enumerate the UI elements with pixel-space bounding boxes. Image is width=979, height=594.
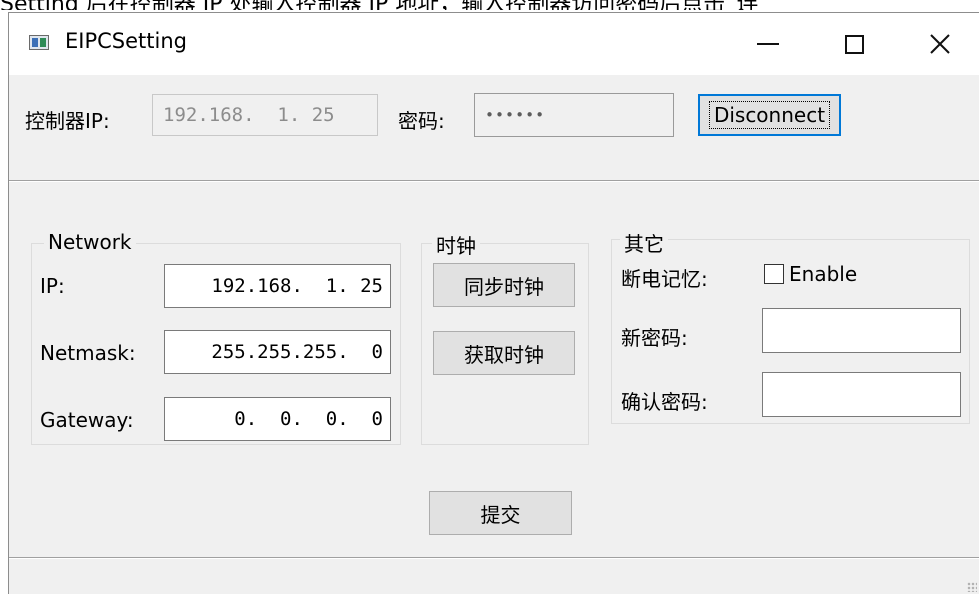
background-document-text: Setting 后在控制器 IP 处输入控制器 IP 地址，输入控制器访问密码后…: [0, 0, 979, 10]
password-field[interactable]: ••••••: [474, 93, 674, 137]
separator: [9, 180, 979, 182]
new-password-label: 新密码:: [621, 326, 688, 350]
netmask-label: Netmask:: [40, 341, 136, 365]
background-text-line: Setting 后在控制器 IP 处输入控制器 IP 地址，输入控制器访问密码后…: [0, 0, 759, 10]
ip-label: IP:: [40, 274, 65, 298]
network-group-title: Network: [44, 230, 136, 254]
title-bar[interactable]: EIPCSetting: [9, 13, 979, 75]
disconnect-label: Disconnect: [708, 101, 831, 129]
new-password-field[interactable]: [762, 308, 961, 353]
bottom-separator: [9, 557, 979, 559]
controller-ip-field[interactable]: 192.168. 1. 25: [152, 94, 378, 136]
maximize-button[interactable]: [819, 13, 889, 75]
gateway-label: Gateway:: [40, 408, 134, 432]
clock-group-title: 时钟: [432, 230, 480, 259]
controller-ip-label: 控制器IP:: [25, 109, 110, 133]
eipcsetting-window: EIPCSetting 控制器IP: 192.168. 1. 25 密码: ••…: [8, 12, 979, 594]
netmask-field[interactable]: 255.255.255. 0: [164, 330, 391, 374]
close-icon: [930, 34, 950, 54]
power-memory-label: 断电记忆:: [621, 267, 708, 291]
app-window-icon: [29, 35, 49, 50]
maximize-icon: [844, 34, 864, 54]
password-label: 密码:: [398, 109, 445, 133]
minimize-button[interactable]: [733, 13, 803, 75]
disconnect-button[interactable]: Disconnect: [698, 94, 841, 136]
ip-field[interactable]: 192.168. 1. 25: [164, 264, 391, 308]
other-group-title: 其它: [620, 228, 668, 257]
gateway-field[interactable]: 0. 0. 0. 0: [164, 397, 391, 441]
enable-checkbox[interactable]: [764, 264, 784, 284]
close-button[interactable]: [905, 13, 975, 75]
submit-button[interactable]: 提交: [429, 491, 572, 535]
window-title: EIPCSetting: [65, 29, 187, 53]
enable-label[interactable]: Enable: [789, 262, 857, 286]
resize-grip-icon[interactable]: [967, 582, 977, 592]
confirm-password-label: 确认密码:: [621, 390, 708, 414]
confirm-password-field[interactable]: [762, 372, 961, 417]
sync-clock-button[interactable]: 同步时钟: [433, 263, 575, 307]
minimize-icon: [757, 43, 779, 45]
get-clock-button[interactable]: 获取时钟: [433, 331, 575, 375]
